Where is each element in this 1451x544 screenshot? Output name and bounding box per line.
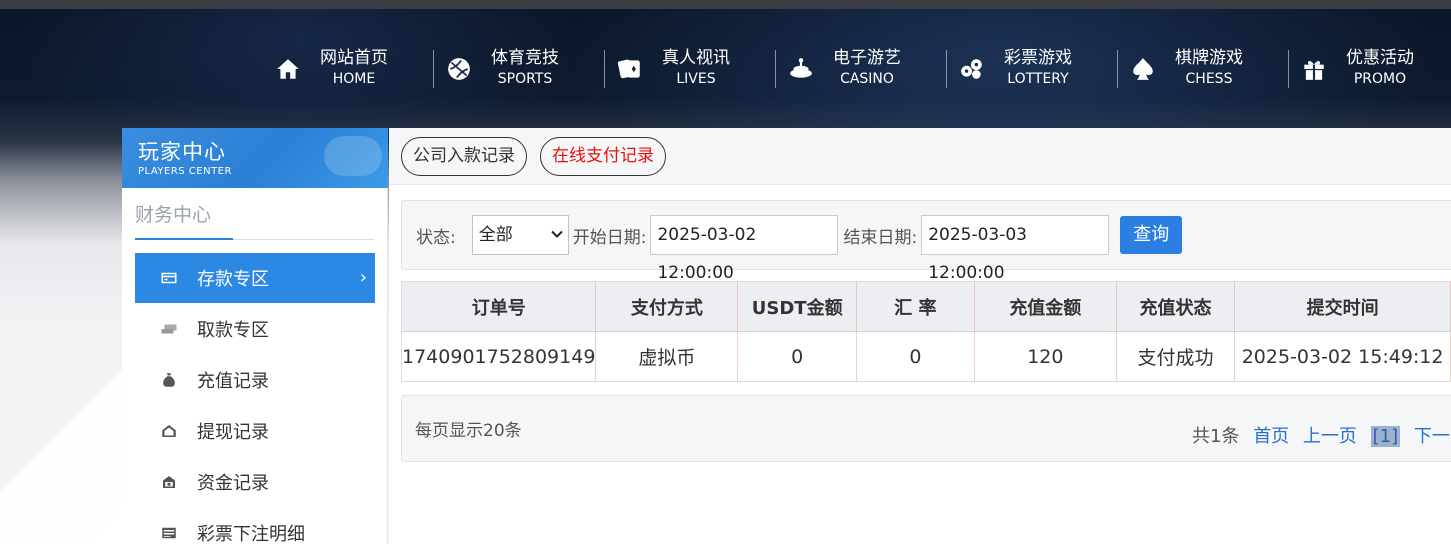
funds-icon: [157, 470, 181, 494]
query-button[interactable]: 查询: [1120, 216, 1183, 254]
browser-top-strip: [0, 0, 1451, 9]
column-header: 充值金额: [974, 281, 1117, 332]
filter-bar: 状态: 全部 开始日期: 2025-03-02 12:00:00 结束日期: 2…: [401, 200, 1451, 283]
sidebar-item-label: 取款专区: [197, 320, 269, 341]
card-icon: [157, 266, 181, 290]
column-header: 订单号: [401, 281, 597, 332]
withdraw-icon: [157, 419, 181, 443]
list-icon: [157, 521, 181, 544]
column-header: 提交时间: [1234, 281, 1451, 332]
nav-item-home[interactable]: 网站首页 HOME: [262, 44, 433, 94]
cell-rate: 0: [856, 331, 975, 382]
table-row: 1740901752809149 虚拟币 0 0 120 支付成功 2025-0…: [401, 331, 1451, 382]
current-page[interactable]: [1]: [1370, 426, 1401, 447]
sidebar-item-withdraw-records[interactable]: 提现记录: [135, 406, 375, 456]
sidebar-item-deposit[interactable]: 存款专区 ›: [135, 253, 375, 303]
cell-recharge-amount: 120: [974, 331, 1117, 382]
column-header: USDT金额: [737, 281, 857, 332]
start-date-label: 开始日期:: [572, 227, 647, 248]
per-page-text: 每页显示20条: [415, 421, 522, 441]
sidebar-item-label: 充值记录: [197, 371, 269, 392]
ball-icon: [437, 47, 481, 91]
start-date-input[interactable]: 2025-03-02 12:00:00: [650, 215, 839, 283]
next-page-link[interactable]: 下一页: [1414, 426, 1451, 447]
cell-payment-method: 虚拟币: [595, 331, 739, 382]
first-page-link[interactable]: 首页: [1253, 426, 1289, 447]
cell-status: 支付成功: [1116, 331, 1236, 382]
nav-item-lottery[interactable]: 彩票游戏 LOTTERY: [946, 44, 1117, 94]
pagination-bar: 每页显示20条 共1条 首页 上一页 [1] 下一页 第: [401, 395, 1451, 462]
nav-sublabel: CHESS: [1185, 71, 1233, 87]
sidebar-menu: 存款专区 › 取款专区 充值记录 提现记录 资金记录 彩票下注明细: [122, 253, 387, 544]
table-header-row: 订单号 支付方式 USDT金额 汇 率 充值金额 充值状态 提交时间: [401, 281, 1451, 332]
sidebar-item-label: 提现记录: [197, 422, 269, 443]
section-title: 财务中心: [135, 204, 212, 226]
chevron-down-icon: [551, 230, 563, 238]
nav-sublabel: CASINO: [840, 71, 894, 87]
main-panel: 公司入款记录 在线支付记录 状态: 全部 开始日期: 2025-03-02 12…: [389, 128, 1451, 544]
nav-sublabel: LIVES: [676, 71, 716, 87]
nav-sublabel: HOME: [332, 71, 376, 87]
sidebar-item-withdraw[interactable]: 取款专区: [135, 304, 375, 354]
cards-icon: [608, 47, 652, 91]
nav-label: 体育竞技: [491, 48, 559, 68]
nav-sublabel: SPORTS: [497, 71, 553, 87]
nav-label: 彩票游戏: [1004, 48, 1072, 68]
nav-sublabel: LOTTERY: [1007, 71, 1069, 87]
nav-item-promo[interactable]: 优惠活动 PROMO: [1288, 44, 1451, 94]
nav-item-lives[interactable]: 真人视讯 LIVES: [604, 44, 775, 94]
sidebar-item-fund-records[interactable]: 资金记录: [135, 457, 375, 507]
finance-section-header: 财务中心: [135, 200, 374, 240]
nav-item-casino[interactable]: 电子游艺 CASINO: [775, 44, 946, 94]
status-label: 状态:: [416, 227, 456, 248]
sidebar-item-label: 资金记录: [197, 473, 269, 494]
column-header: 汇 率: [856, 281, 975, 332]
background-decoration: [0, 360, 140, 544]
cell-order-no: 1740901752809149: [401, 331, 597, 382]
nav-item-sports[interactable]: 体育竞技 SPORTS: [433, 44, 604, 94]
sidebar-item-lottery-bets[interactable]: 彩票下注明细: [135, 508, 375, 544]
nav-label: 网站首页: [320, 48, 388, 68]
record-tabs: 公司入款记录 在线支付记录: [389, 128, 1451, 185]
lottery-balls-icon: [950, 47, 994, 91]
nav-label: 真人视讯: [662, 48, 730, 68]
spade-icon: [1121, 47, 1165, 91]
nav-sublabel: PROMO: [1353, 71, 1407, 87]
players-center-header: 玩家中心 PLAYERS CENTER: [122, 128, 388, 188]
chevron-right-icon: ›: [359, 267, 367, 288]
money-bag-icon: [157, 368, 181, 392]
tab-company-deposit[interactable]: 公司入款记录: [401, 137, 527, 176]
end-date-input[interactable]: 2025-03-03 12:00:00: [921, 215, 1110, 283]
cell-submit-time: 2025-03-02 15:49:12: [1234, 331, 1451, 382]
home-icon: [266, 47, 310, 91]
prev-page-link[interactable]: 上一页: [1303, 426, 1357, 447]
sidebar-item-label: 存款专区: [197, 269, 269, 290]
nav-label: 优惠活动: [1346, 48, 1414, 68]
nav-label: 电子游艺: [833, 48, 901, 68]
gamepad-icon: [324, 136, 382, 176]
pagination-links: 共1条 首页 上一页 [1] 下一页 第: [1192, 422, 1451, 448]
cell-usdt-amount: 0: [737, 331, 857, 382]
total-count: 共1条: [1192, 426, 1240, 447]
column-header: 充值状态: [1116, 281, 1236, 332]
status-select-value: 全部: [478, 225, 513, 245]
nav-label: 棋牌游戏: [1175, 48, 1243, 68]
end-date-label: 结束日期:: [843, 227, 918, 248]
sidebar: 玩家中心 PLAYERS CENTER 财务中心 存款专区 › 取款专区 充值记…: [122, 128, 388, 544]
tab-online-payment[interactable]: 在线支付记录: [540, 137, 666, 176]
sidebar-item-label: 彩票下注明细: [197, 524, 305, 544]
nav-item-chess[interactable]: 棋牌游戏 CHESS: [1117, 44, 1288, 94]
gift-icon: [1292, 47, 1336, 91]
payment-records-table: 订单号 支付方式 USDT金额 汇 率 充值金额 充值状态 提交时间 17409…: [401, 281, 1451, 382]
sidebar-item-recharge-records[interactable]: 充值记录: [135, 355, 375, 405]
cash-icon: [157, 317, 181, 341]
column-header: 支付方式: [595, 281, 739, 332]
roulette-icon: [779, 47, 823, 91]
top-nav: 网站首页 HOME 体育竞技 SPORTS 真人视讯 LIVES 电子游艺 CA…: [262, 44, 1451, 94]
status-select[interactable]: 全部: [471, 215, 569, 255]
